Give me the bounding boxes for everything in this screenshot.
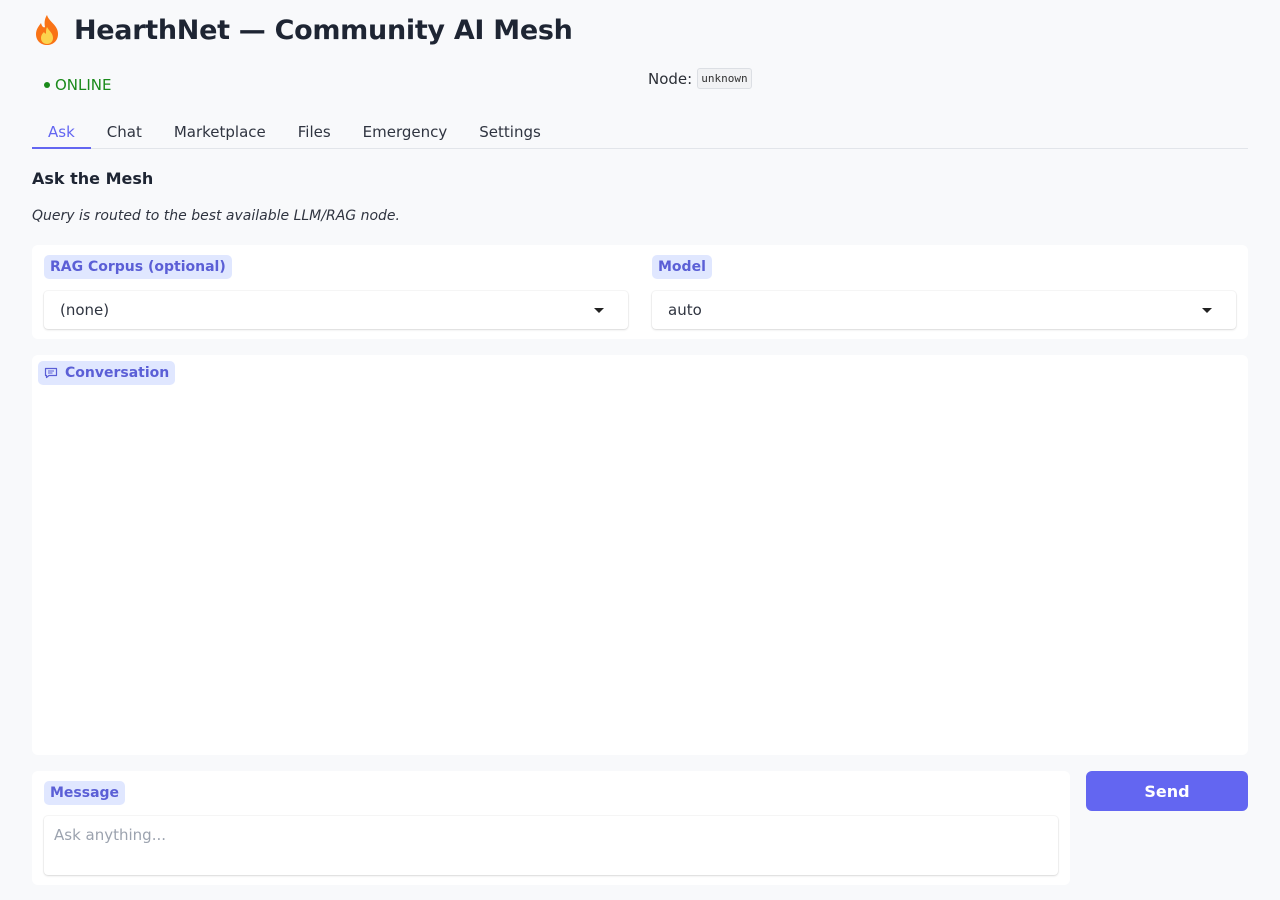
tab-marketplace[interactable]: Marketplace	[158, 118, 282, 149]
node-value: unknown	[697, 68, 752, 89]
tab-ask[interactable]: Ask	[32, 118, 91, 149]
chat-bubble-icon	[44, 367, 58, 379]
status-bar: ONLINE Node: unknown	[32, 68, 1248, 98]
message-input[interactable]: Ask anything...	[44, 816, 1058, 875]
app-header: HearthNet — Community AI Mesh	[32, 14, 573, 46]
rag-corpus-select[interactable]: (none)	[44, 291, 628, 329]
conversation-label: Conversation	[65, 365, 170, 381]
online-status: ONLINE	[44, 76, 112, 94]
model-value: auto	[668, 301, 702, 319]
section-description: Query is routed to the best available LL…	[32, 208, 400, 224]
model-label: Model	[652, 255, 712, 279]
online-status-label: ONLINE	[55, 76, 112, 94]
rag-corpus-value: (none)	[60, 301, 110, 319]
model-select[interactable]: auto	[652, 291, 1236, 329]
tab-settings[interactable]: Settings	[463, 118, 557, 149]
flame-icon	[36, 15, 58, 45]
tab-chat[interactable]: Chat	[91, 118, 158, 149]
node-label: Node:	[648, 69, 693, 88]
rag-corpus-label: RAG Corpus (optional)	[44, 255, 232, 279]
query-options-panel: RAG Corpus (optional) (none) Model auto	[32, 245, 1248, 339]
caret-down-icon	[1202, 308, 1212, 313]
conversation-label-chip: Conversation	[38, 361, 176, 385]
send-button[interactable]: Send	[1086, 771, 1248, 811]
tab-bar: Ask Chat Marketplace Files Emergency Set…	[32, 118, 1248, 149]
message-label: Message	[44, 781, 126, 805]
message-panel: Message Ask anything...	[32, 771, 1070, 885]
caret-down-icon	[594, 308, 604, 313]
app-title: HearthNet — Community AI Mesh	[74, 14, 573, 46]
section-title: Ask the Mesh	[32, 169, 154, 188]
tab-files[interactable]: Files	[282, 118, 347, 149]
tab-emergency[interactable]: Emergency	[347, 118, 464, 149]
node-info: Node: unknown	[648, 68, 752, 89]
status-dot-icon	[44, 82, 50, 88]
conversation-panel[interactable]: Conversation	[32, 355, 1248, 755]
